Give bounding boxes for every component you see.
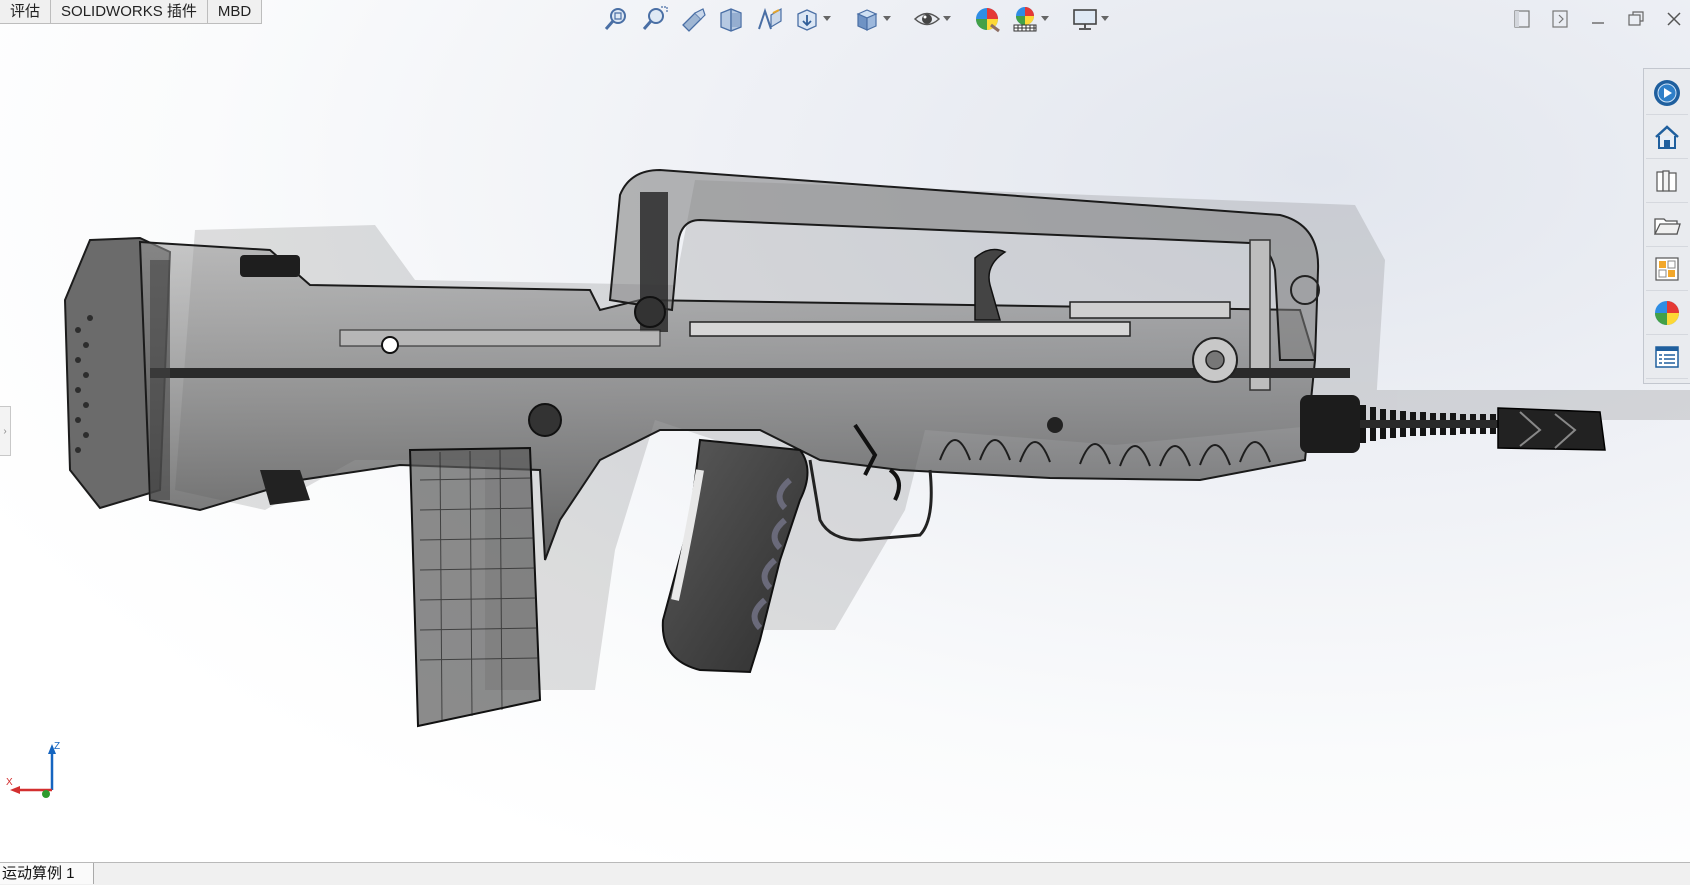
view-orientation-icon[interactable] — [790, 3, 824, 35]
chevron-down-icon[interactable] — [882, 3, 892, 35]
command-manager-tabs: 评估 SOLIDWORKS 插件 MBD — [0, 0, 263, 24]
feature-manager-collapse-handle[interactable]: › — [0, 406, 11, 456]
minimize-icon[interactable] — [1582, 4, 1614, 34]
chevron-down-icon[interactable] — [942, 3, 952, 35]
view-palette-icon[interactable] — [1646, 247, 1688, 291]
apply-scene-icon[interactable] — [1008, 3, 1042, 35]
window-controls — [1506, 4, 1690, 34]
rifle-assembly-model[interactable] — [0, 0, 1690, 862]
view-settings-icon[interactable] — [1068, 3, 1102, 35]
chevron-down-icon[interactable] — [822, 3, 832, 35]
triad-z-label: Z — [54, 741, 60, 752]
task-pane — [1643, 68, 1690, 384]
tile-left-icon[interactable] — [1506, 4, 1538, 34]
motion-study-tab[interactable]: 运动算例 1 — [0, 863, 94, 884]
hide-show-items-icon[interactable] — [910, 3, 944, 35]
home-icon[interactable] — [1646, 115, 1688, 159]
edit-appearance-icon[interactable] — [970, 3, 1004, 35]
solidworks-resources-icon[interactable] — [1646, 71, 1688, 115]
previous-view-icon[interactable] — [676, 3, 710, 35]
tile-right-icon[interactable] — [1544, 4, 1576, 34]
headsup-view-toolbar — [600, 2, 1110, 36]
close-icon[interactable] — [1658, 4, 1690, 34]
dynamic-annotation-view-icon[interactable] — [752, 3, 786, 35]
tab-evaluate[interactable]: 评估 — [0, 0, 52, 24]
zoom-to-fit-icon[interactable] — [600, 3, 634, 35]
display-style-icon[interactable] — [850, 3, 884, 35]
bottom-tab-bar: 运动算例 1 — [0, 862, 1690, 885]
triad-x-label: X — [6, 777, 13, 788]
restore-icon[interactable] — [1620, 4, 1652, 34]
section-view-icon[interactable] — [714, 3, 748, 35]
appearances-scenes-icon[interactable] — [1646, 291, 1688, 335]
tab-solidworks-addins[interactable]: SOLIDWORKS 插件 — [51, 0, 208, 24]
chevron-down-icon[interactable] — [1100, 3, 1110, 35]
design-library-icon[interactable] — [1646, 159, 1688, 203]
tab-mbd[interactable]: MBD — [207, 0, 263, 24]
chevron-down-icon[interactable] — [1040, 3, 1050, 35]
custom-properties-icon[interactable] — [1646, 335, 1688, 379]
zoom-to-area-icon[interactable] — [638, 3, 672, 35]
file-explorer-icon[interactable] — [1646, 203, 1688, 247]
reference-triad: Z X — [6, 740, 62, 806]
